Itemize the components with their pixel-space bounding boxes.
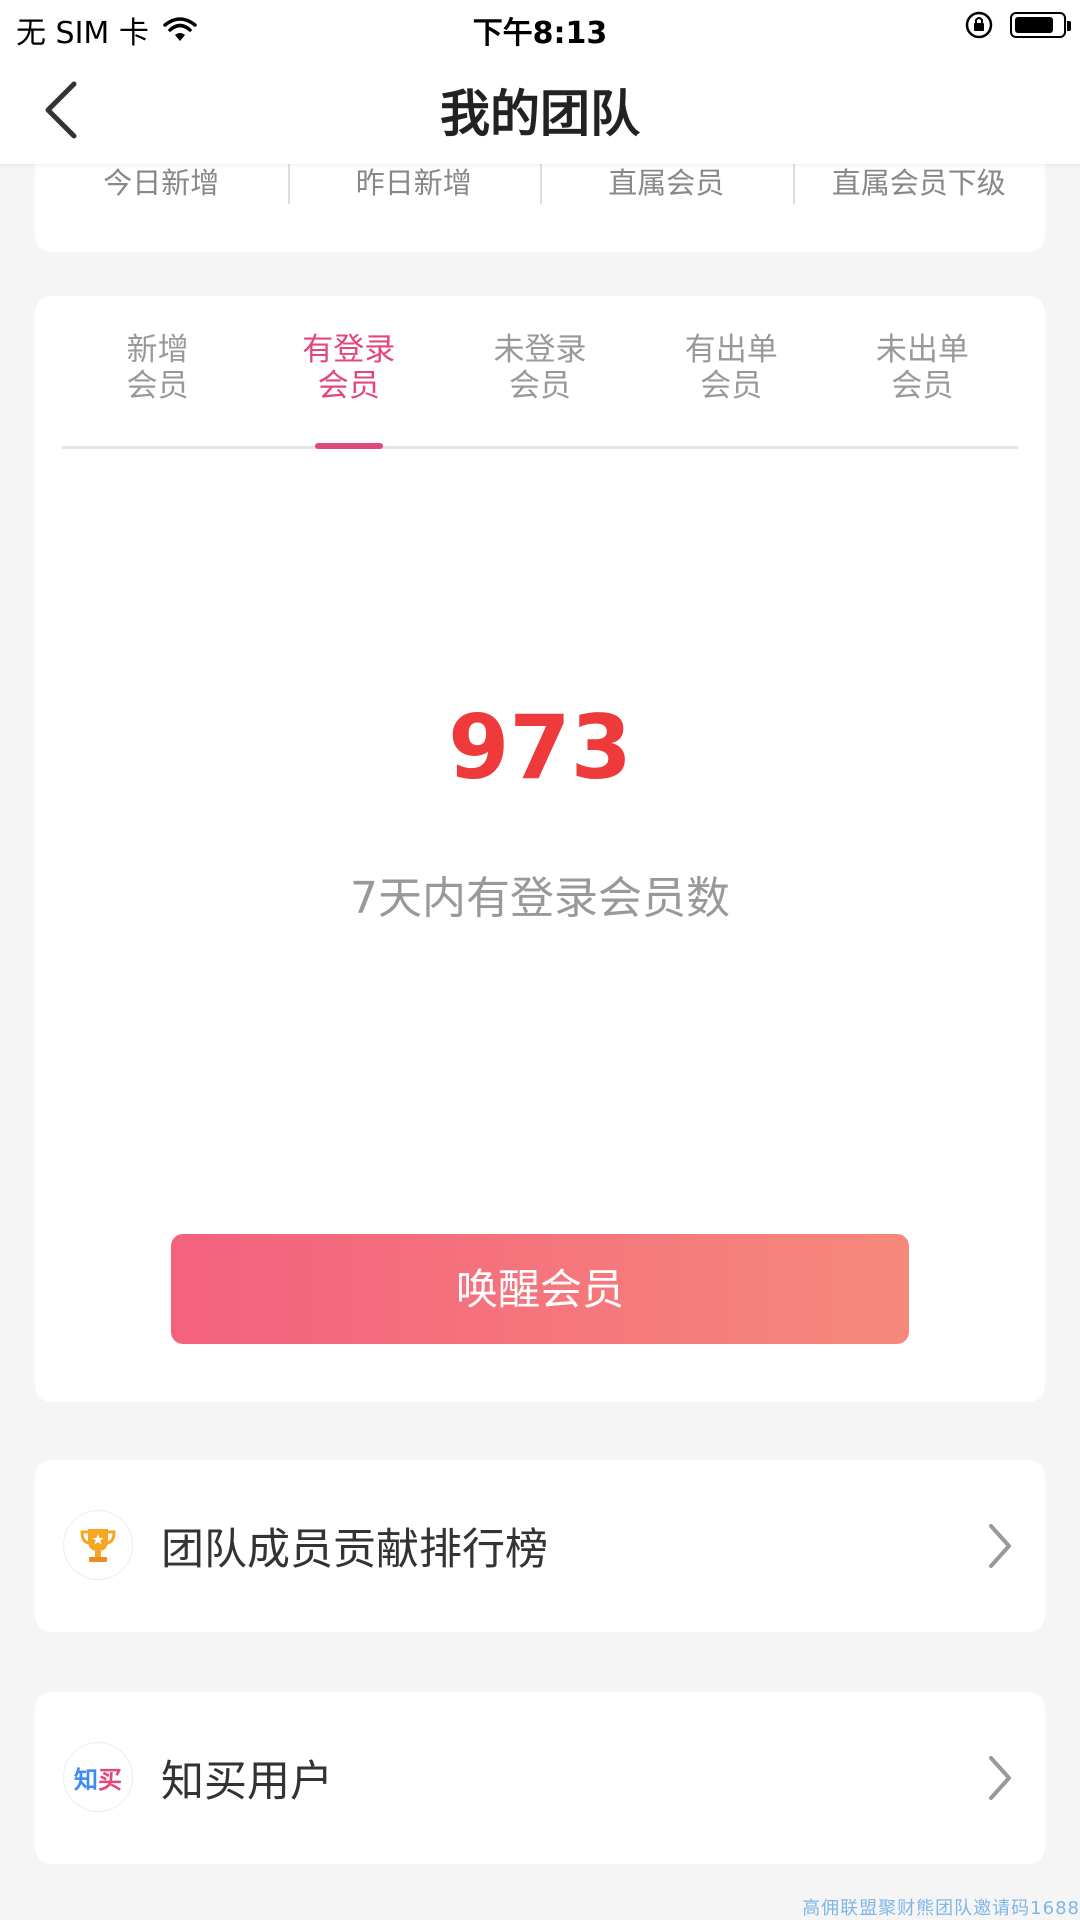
tab-label-line2: 会员 xyxy=(891,368,954,404)
wake-members-button[interactable]: 唤醒会员 xyxy=(171,1234,909,1344)
page-title: 我的团队 xyxy=(440,85,640,143)
stats-row: 今日新增 昨日新增 直属会员 直属会员下级 xyxy=(35,150,1045,252)
stat-today-new[interactable]: 今日新增 xyxy=(35,164,288,216)
zhimai-logo-icon: 知买 xyxy=(63,1742,133,1812)
member-stats-card: 新增 会员 有登录 会员 未登录 会员 有出单 会员 未出单 会员 973 7天… xyxy=(35,296,1045,1402)
zhimai-logo-char: 买 xyxy=(98,1765,122,1794)
tab-label-line1: 新增 xyxy=(126,332,189,368)
stat-yesterday-new[interactable]: 昨日新增 xyxy=(287,164,541,216)
contribution-ranking-row[interactable]: 团队成员贡献排行榜 xyxy=(35,1460,1045,1632)
status-time: 下午8:13 xyxy=(472,16,608,51)
status-bar: 无 SIM 卡 下午8:13 xyxy=(0,0,1080,52)
tab-label-line1: 未登录 xyxy=(493,332,587,368)
stats-header-card: 今日新增 昨日新增 直属会员 直属会员下级 xyxy=(35,150,1045,252)
trophy-icon xyxy=(63,1510,133,1580)
stat-direct-subordinates[interactable]: 直属会员下级 xyxy=(792,164,1046,216)
tab-label-line1: 有出单 xyxy=(684,332,778,368)
tab-label-line2: 会员 xyxy=(126,368,189,404)
metric-value: 973 xyxy=(448,696,632,799)
tab-label-line2: 会员 xyxy=(700,368,763,404)
member-tabs: 新增 会员 有登录 会员 未登录 会员 有出单 会员 未出单 会员 xyxy=(62,296,1018,449)
watermark: 高佣联盟聚财熊团队邀请码1688 xyxy=(802,1898,1080,1919)
zhimai-logo-char: 知 xyxy=(74,1765,98,1794)
ranking-label: 团队成员贡献排行榜 xyxy=(161,1525,548,1575)
zhimai-users-row[interactable]: 知买 知买用户 xyxy=(35,1692,1045,1864)
battery-icon xyxy=(1010,12,1071,38)
chevron-right-icon xyxy=(989,1524,1011,1568)
tab-indicator xyxy=(314,443,383,449)
stat-direct-members[interactable]: 直属会员 xyxy=(540,164,793,216)
rotation-lock-icon xyxy=(965,11,993,39)
tab-label-line1: 有登录 xyxy=(302,332,396,368)
tab-label-line2: 会员 xyxy=(509,368,571,404)
zhimai-logo: 知买 xyxy=(74,1760,122,1795)
tab-label-line2: 会员 xyxy=(317,368,380,404)
zhimai-label: 知买用户 xyxy=(161,1757,333,1807)
tab-new-members[interactable]: 新增 会员 xyxy=(62,296,253,446)
nav-bar: 我的团队 xyxy=(0,52,1080,164)
status-right xyxy=(964,10,1071,40)
tab-ordered-members[interactable]: 有出单 会员 xyxy=(636,296,827,446)
metric-description: 7天内有登录会员数 xyxy=(350,873,730,924)
tab-logged-in-members[interactable]: 有登录 会员 xyxy=(253,296,444,449)
tab-label-line1: 未出单 xyxy=(875,332,969,368)
tab-not-ordered-members[interactable]: 未出单 会员 xyxy=(827,296,1018,446)
tab-not-logged-in-members[interactable]: 未登录 会员 xyxy=(444,296,635,446)
chevron-right-icon xyxy=(989,1756,1011,1800)
